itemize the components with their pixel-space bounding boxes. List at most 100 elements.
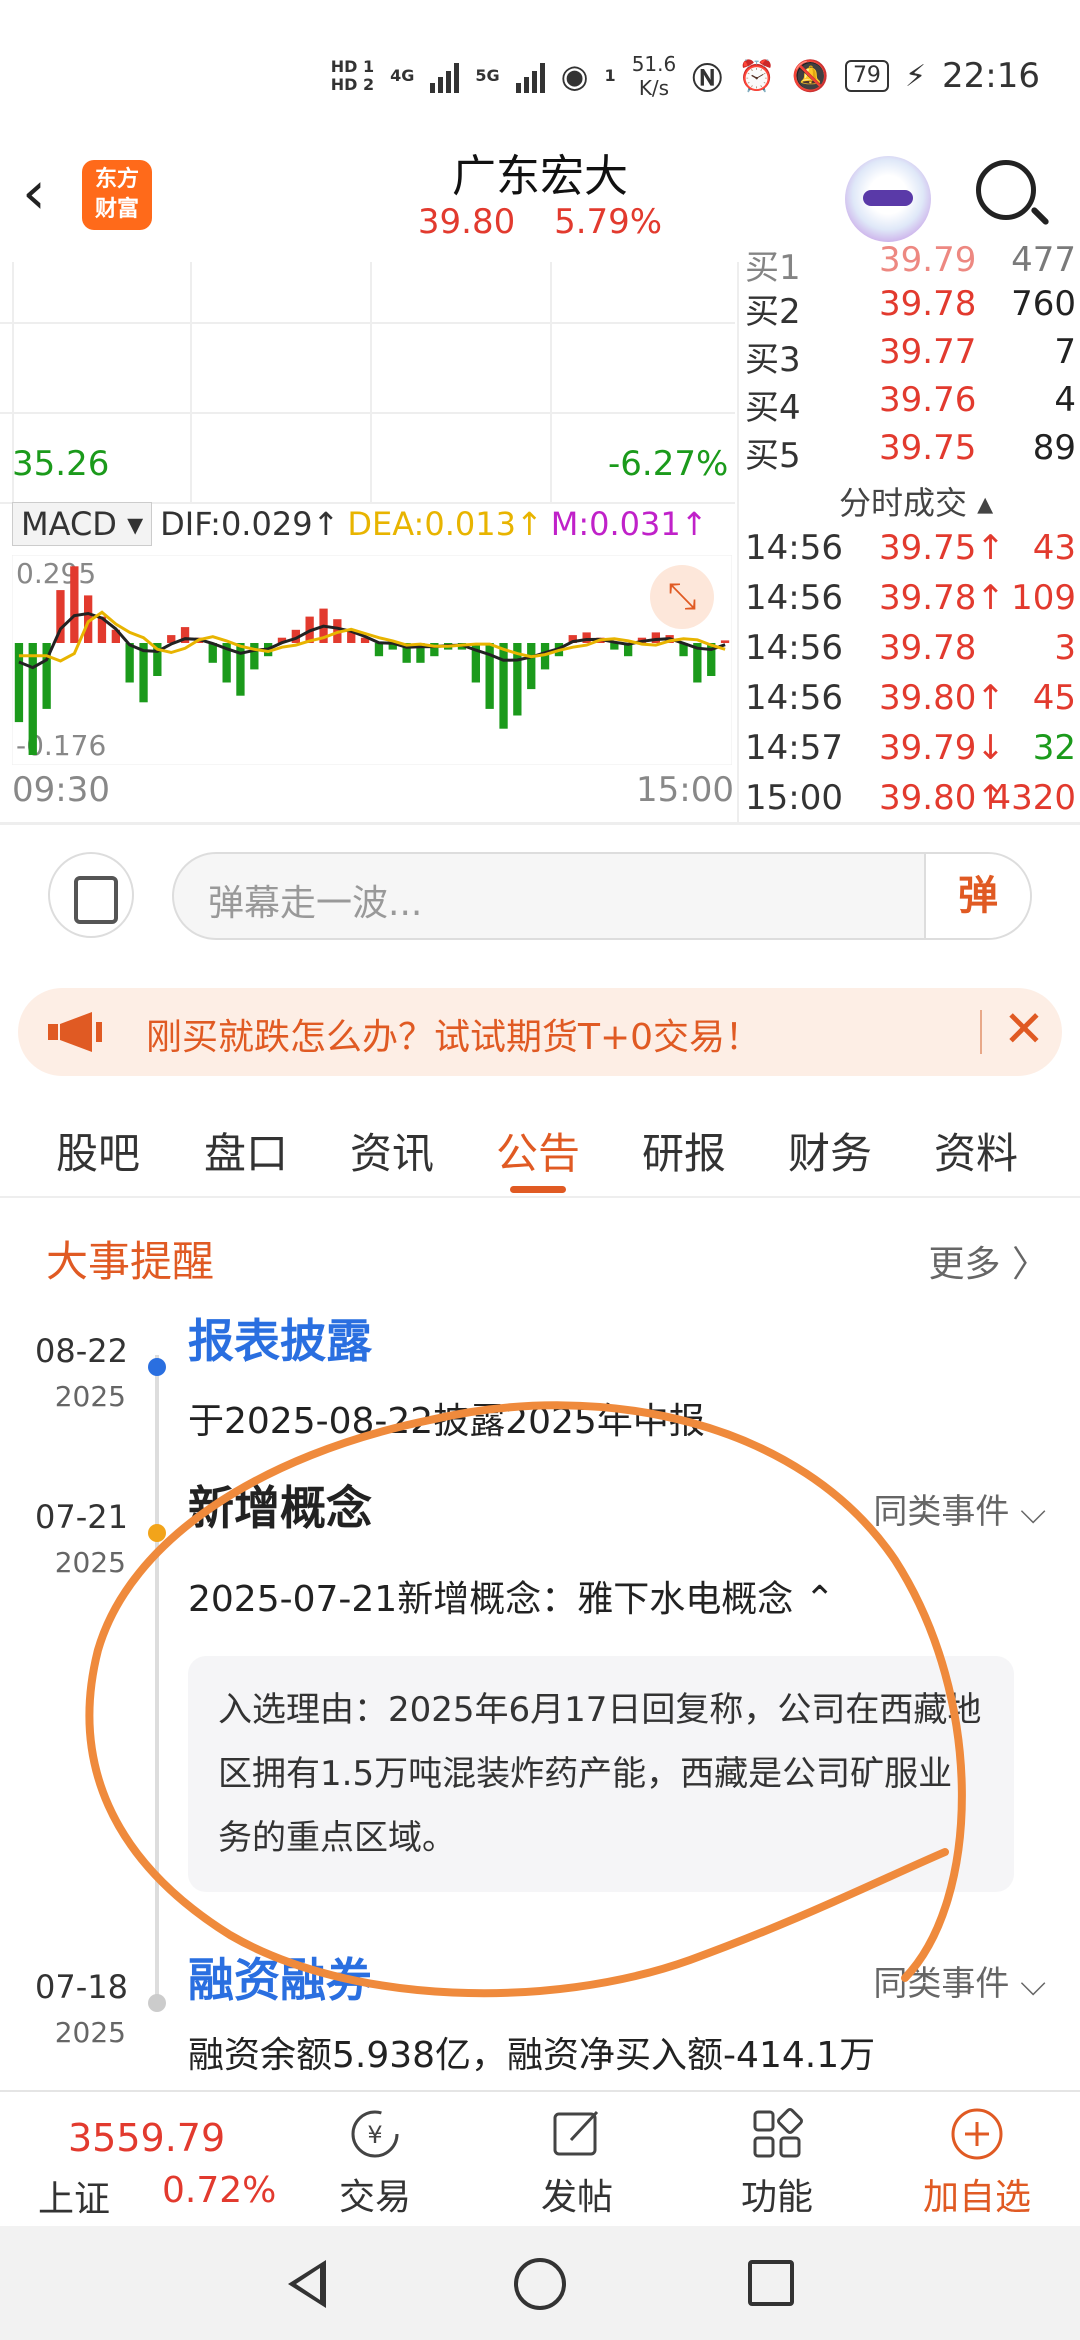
macd-bar bbox=[527, 643, 536, 690]
tick-row: 14:56 39.78 3 bbox=[745, 628, 1076, 668]
event-date: 07-18 bbox=[35, 1968, 128, 2006]
danmu-send-button[interactable]: 弹 bbox=[924, 854, 1030, 938]
order-row-bid2: 买2 39.78 760 bbox=[745, 284, 1076, 332]
chart-low-price: 35.26 bbox=[12, 444, 110, 484]
nav-back-icon[interactable] bbox=[288, 2260, 326, 2308]
order-row-bid3: 买3 39.77 7 bbox=[745, 332, 1076, 380]
macd-bar bbox=[70, 566, 79, 643]
event-desc: 融资余额5.938亿，融资净买入额-414.1万 bbox=[188, 2035, 876, 2076]
ticks-toggle[interactable]: 分时成交 ▴ bbox=[839, 478, 993, 524]
timeline-line bbox=[155, 1355, 159, 2005]
tab-research[interactable]: 研报 bbox=[642, 1120, 726, 1181]
signal-icon-2 bbox=[515, 59, 545, 93]
order-row-bid4: 买4 39.76 4 bbox=[745, 380, 1076, 428]
macd-max-label: 0.295 bbox=[16, 557, 96, 590]
bottom-bar: 3559.79 上证 0.72% ¥ 交易 发帖 功能 加自选 bbox=[0, 2090, 1080, 2224]
hd-indicators: HD 1 HD 2 bbox=[330, 57, 375, 94]
event-title[interactable]: 融资融券 bbox=[188, 1944, 372, 2010]
event-year: 2025 bbox=[54, 1380, 126, 1413]
macd-legend: MACD ▾ DIF:0.029↑ DEA:0.013↑ M:0.031↑ bbox=[12, 500, 732, 548]
order-book[interactable]: 买1 39.79 477 买2 39.78 760 买3 39.77 7 买4 … bbox=[737, 240, 1080, 822]
close-icon[interactable]: ✕ bbox=[1003, 1000, 1045, 1058]
tick-row: 14:56 39.80↑ 45 bbox=[745, 678, 1076, 718]
nav-home-icon[interactable] bbox=[514, 2258, 566, 2310]
tab-bar: 股吧 盘口 资讯 公告 研报 财务 资料 bbox=[0, 1108, 1080, 1198]
timeline-dot bbox=[148, 1994, 166, 2012]
dif-value: DIF:0.029↑ bbox=[160, 505, 340, 543]
macd-bar bbox=[374, 643, 384, 657]
order-row-bid1: 买1 39.79 477 bbox=[745, 240, 1076, 288]
trade-icon: ¥ bbox=[351, 2110, 399, 2158]
grid-icon bbox=[753, 2108, 803, 2158]
event-year: 2025 bbox=[54, 2016, 126, 2049]
index-name: 上证 bbox=[38, 2179, 111, 2220]
event-title[interactable]: 报表披露 bbox=[188, 1305, 372, 1371]
robot-assistant-icon[interactable] bbox=[845, 156, 931, 242]
danmu-input[interactable]: 弹幕走一波... 弹 bbox=[172, 852, 1032, 940]
alarm-icon: ⏰ bbox=[738, 58, 776, 94]
trade-button[interactable]: ¥ 交易 bbox=[320, 2106, 430, 2220]
index-value: 3559.79 bbox=[68, 2116, 226, 2160]
functions-button[interactable]: 功能 bbox=[722, 2106, 832, 2220]
system-nav-bar bbox=[0, 2226, 1080, 2340]
tick-row: 14:56 39.75↑ 43 bbox=[745, 528, 1076, 568]
wifi-icon: ◉ bbox=[560, 57, 589, 95]
event-year: 2025 bbox=[54, 1546, 126, 1579]
same-events-button[interactable]: 同类事件 ⌵ bbox=[873, 1956, 1046, 2005]
index-percent: 0.72% bbox=[162, 2170, 277, 2211]
event-date: 07-21 bbox=[35, 1498, 128, 1536]
section-divider bbox=[0, 822, 1080, 825]
current-price: 39.80 bbox=[417, 202, 516, 242]
event-reason-box: 入选理由：2025年6月17日回复称，公司在西藏地区拥有1.5万吨混装炸药产能，… bbox=[188, 1656, 1014, 1892]
timeline-dot bbox=[148, 1358, 166, 1376]
tab-profile[interactable]: 资料 bbox=[934, 1120, 1018, 1181]
macd-bar bbox=[125, 643, 134, 683]
event-title: 新增概念 bbox=[188, 1481, 372, 1535]
megaphone-icon bbox=[48, 1012, 102, 1052]
promo-text: 刚买就跌怎么办？试试期货T+0交易！ bbox=[146, 1017, 762, 1058]
wifi-sub: 1 bbox=[604, 66, 616, 85]
event-desc[interactable]: 2025-07-21新增概念：雅下水电概念 ⌃ bbox=[188, 1570, 835, 1622]
charging-icon: ⚡ bbox=[904, 58, 927, 94]
tab-announcements[interactable]: 公告 bbox=[496, 1120, 580, 1193]
macd-bar bbox=[720, 640, 730, 643]
macd-bar bbox=[28, 643, 37, 755]
danmu-settings-icon[interactable] bbox=[48, 852, 134, 938]
search-icon[interactable] bbox=[976, 160, 1036, 220]
tab-finance[interactable]: 财务 bbox=[788, 1120, 872, 1181]
post-button[interactable]: 发帖 bbox=[522, 2106, 632, 2220]
macd-bar bbox=[651, 632, 660, 643]
change-percent: 5.79% bbox=[554, 202, 663, 242]
network-5g-label: 5G bbox=[475, 66, 500, 85]
svg-text:¥: ¥ bbox=[367, 2121, 382, 2149]
tick-row: 15:00 39.80↑ 4320 bbox=[745, 778, 1076, 818]
danmu-placeholder: 弹幕走一波... bbox=[208, 883, 423, 924]
chart-low-pct: -6.27% bbox=[608, 444, 729, 484]
nav-recents-icon[interactable] bbox=[748, 2260, 794, 2306]
battery-icon: 79 bbox=[844, 60, 889, 92]
promo-banner[interactable]: 刚买就跌怎么办？试试期货T+0交易！ ✕ bbox=[18, 988, 1062, 1076]
add-watchlist-button[interactable]: 加自选 bbox=[922, 2106, 1032, 2220]
tab-guba[interactable]: 股吧 bbox=[56, 1120, 140, 1181]
same-events-button[interactable]: 同类事件 ⌵ bbox=[873, 1484, 1046, 1533]
event-desc: 于2025-08-22披露2025年中报 bbox=[188, 1401, 705, 1442]
tick-row: 14:56 39.78↑ 109 bbox=[745, 578, 1076, 618]
m-value: M:0.031↑ bbox=[550, 505, 708, 543]
tab-pankou[interactable]: 盘口 bbox=[204, 1120, 288, 1181]
tick-row: 14:57 39.79↓ 32 bbox=[745, 728, 1076, 768]
macd-bar bbox=[250, 643, 259, 670]
promo-separator bbox=[980, 1010, 982, 1054]
back-arrow-icon[interactable]: ‹ bbox=[22, 158, 46, 228]
indicator-select[interactable]: MACD ▾ bbox=[12, 502, 153, 546]
expand-chart-icon[interactable]: ⤡ bbox=[650, 565, 714, 629]
timeline-dot bbox=[148, 1524, 166, 1542]
add-circle-icon bbox=[951, 2108, 1003, 2160]
more-link[interactable]: 更多 〉 bbox=[929, 1235, 1048, 1287]
event-date: 08-22 bbox=[35, 1332, 128, 1370]
events-section-title: 大事提醒 bbox=[46, 1237, 215, 1286]
dea-value: DEA:0.013↑ bbox=[347, 505, 543, 543]
tab-news[interactable]: 资讯 bbox=[350, 1120, 434, 1181]
post-icon bbox=[553, 2110, 599, 2156]
net-speed: 51.6 K/s bbox=[631, 52, 677, 100]
signal-icon bbox=[430, 59, 460, 93]
